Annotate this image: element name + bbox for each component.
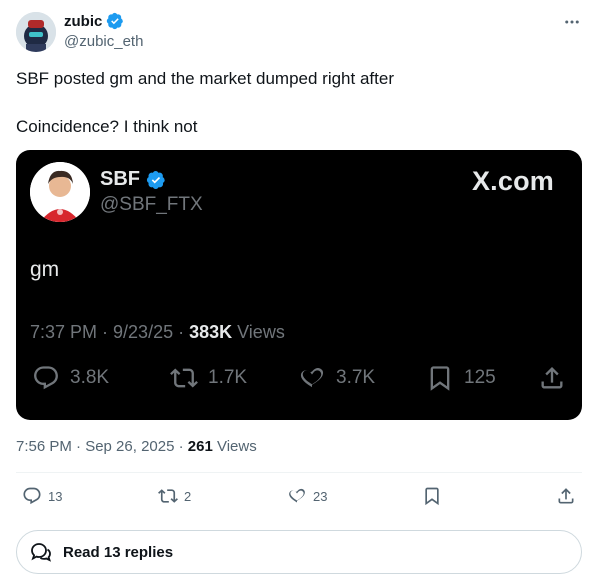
- avatar[interactable]: [16, 12, 56, 52]
- author-display-name[interactable]: zubic: [64, 13, 102, 30]
- embedded-repost-count: 1.7K: [208, 367, 248, 388]
- share-icon: [541, 367, 563, 389]
- embedded-reply: 3.8K: [32, 364, 109, 392]
- bookmark-button[interactable]: [422, 486, 442, 506]
- like-icon: [300, 367, 324, 388]
- embedded-name-row: SBF: [100, 168, 166, 191]
- divider: [16, 472, 582, 473]
- repost-count: 2: [184, 488, 192, 504]
- x-logo-text: X.com: [471, 166, 554, 196]
- repost-icon: [170, 368, 198, 388]
- chat-bubbles-icon: [31, 543, 51, 562]
- embedded-repost: 1.7K: [170, 364, 247, 392]
- tweet-text: SBF posted gm and the market dumped righ…: [16, 68, 582, 138]
- embedded-share: [538, 364, 566, 392]
- like-icon: [289, 488, 305, 503]
- more-icon[interactable]: [562, 12, 582, 32]
- repost-button[interactable]: 2: [158, 486, 191, 506]
- embedded-actions: 3.8K 1.7K 3.7K 125: [30, 364, 568, 398]
- reply-icon: [23, 487, 41, 505]
- embedded-bookmark-count: 125: [464, 367, 496, 388]
- embedded-reply-count: 3.8K: [70, 367, 110, 388]
- reply-icon: [34, 366, 58, 390]
- tweet-time[interactable]: 7:56 PM · Sep 26, 2025 ·: [16, 438, 188, 455]
- verified-icon: [107, 12, 124, 30]
- tweet-header: zubic @zubic_eth: [16, 10, 582, 54]
- embedded-handle: @SBF_FTX: [100, 194, 203, 215]
- embedded-avatar: [30, 162, 90, 222]
- embedded-time: 7:37 PM · 9/23/25 ·: [30, 322, 190, 342]
- reply-button[interactable]: 13: [22, 486, 62, 506]
- author-handle[interactable]: @zubic_eth: [64, 33, 143, 50]
- embedded-tweet-image[interactable]: SBF @SBF_FTX X.com gm 7:37 PM · 9/23/25 …: [16, 150, 582, 420]
- embedded-meta: 7:37 PM · 9/23/25 · 383K Views: [30, 322, 285, 343]
- like-count: 23: [313, 488, 328, 504]
- tweet-views-label: Views: [212, 438, 257, 455]
- bookmark-icon: [425, 487, 439, 506]
- like-button[interactable]: 23: [287, 486, 327, 506]
- read-replies-label: Read 13 replies: [63, 543, 174, 561]
- embedded-like-count: 3.7K: [336, 367, 376, 388]
- embedded-display-name: SBF: [100, 168, 140, 190]
- share-icon: [558, 488, 574, 504]
- tweet-views-count: 261: [187, 438, 213, 455]
- author-name-row: zubic: [64, 12, 124, 30]
- repost-icon: [158, 489, 178, 503]
- embedded-like: 3.7K: [298, 364, 375, 392]
- share-button[interactable]: [556, 486, 576, 506]
- tweet-text-line: Coincidence? I think not: [16, 117, 198, 136]
- read-replies-button[interactable]: Read 13 replies: [16, 530, 582, 574]
- tweet-text-line: SBF posted gm and the market dumped righ…: [16, 69, 394, 88]
- embedded-views-label: Views: [232, 322, 285, 342]
- embedded-tweet-text: gm: [30, 258, 60, 281]
- bookmark-icon: [430, 366, 450, 391]
- tweet-timestamp: 7:56 PM · Sep 26, 2025 · 261 Views: [16, 438, 257, 455]
- tweet-action-bar: 13 2 23: [16, 484, 582, 512]
- embedded-bookmark: 125: [426, 364, 496, 392]
- verified-icon: [146, 170, 165, 189]
- reply-count: 13: [48, 488, 63, 504]
- embedded-views-count: 383K: [189, 322, 233, 342]
